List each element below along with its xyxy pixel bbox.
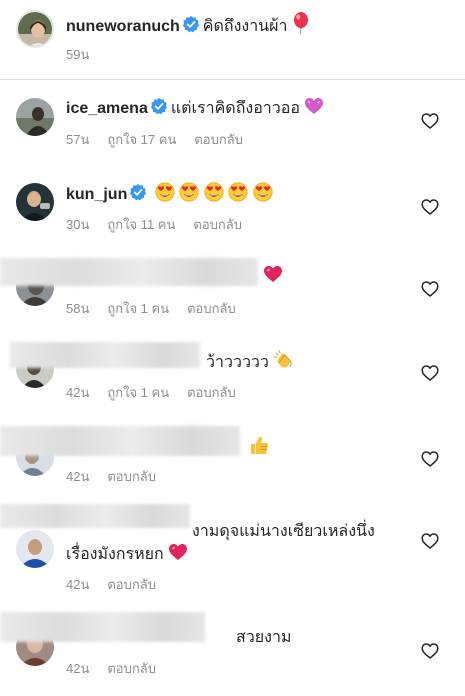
comment-likes[interactable]: ถูกใจ 1 คน [107, 301, 169, 316]
comment-text: งามดุจแม่นางเซียวเหล่งนึ่ง [192, 523, 375, 540]
comment-meta: 30น ถูกใจ 11 คน ตอบกลับ [66, 214, 260, 235]
blurred-username [10, 342, 200, 368]
comment-time: 58น [66, 301, 90, 316]
caption-line: nuneworanuch คิดถึงงานผ้า [66, 12, 310, 37]
comment-likes[interactable]: ถูกใจ 11 คน [107, 217, 175, 232]
comment-item: งามดุจแม่นางเซียวเหล่งนึ่ง เรื่องมังกรหย… [0, 500, 465, 600]
avatar-photo [18, 12, 52, 46]
comment-avatar[interactable] [16, 183, 54, 221]
caption-time: 59น [66, 47, 90, 62]
comment-line-2: เรื่องมังกรหยก [66, 542, 188, 565]
comment-item: 58น ถูกใจ 1 คน ตอบกลับ [0, 250, 465, 330]
avatar-photo [16, 98, 54, 136]
comment-time: 42น [66, 385, 90, 400]
comment-meta: 42น ตอบกลับ [66, 574, 174, 595]
blurred-username [0, 504, 190, 528]
purple-heart-emoji [305, 98, 324, 114]
red-heart-emoji [264, 266, 282, 282]
comment-likes[interactable]: ถูกใจ 17 คน [107, 132, 176, 147]
clapping-hands-emoji [274, 349, 292, 368]
blurred-username [0, 612, 205, 642]
comment-line: สวยงาม [236, 628, 291, 648]
thumbs-up-emoji [251, 436, 269, 454]
heart-eyes-emoji [228, 182, 248, 202]
verified-badge-icon [150, 98, 167, 115]
comment-username[interactable]: kun_jun [66, 186, 127, 203]
reply-button[interactable]: ตอบกลับ [194, 132, 243, 147]
comment-text: แต่เราคิดถึงอาวออ [170, 100, 300, 117]
heart-outline-icon[interactable] [421, 532, 439, 550]
comment-meta: 42น ถูกใจ 1 คน ตอบกลับ [66, 382, 254, 403]
comment-time: 42น [66, 577, 90, 592]
red-balloon-emoji [293, 12, 308, 34]
comment-line: ว้าววววว [206, 348, 295, 373]
comment-text-2: เรื่องมังกรหยก [66, 546, 164, 563]
comment-avatar[interactable] [16, 530, 54, 568]
reply-button[interactable]: ตอบกลับ [193, 217, 242, 232]
comment-time: 30น [66, 217, 90, 232]
comment-line: ice_amena แต่เราคิดถึงอาวออ [66, 96, 324, 119]
comment-text: สวยงาม [236, 629, 292, 646]
caption-username[interactable]: nuneworanuch [66, 18, 180, 35]
comment-line: งามดุจแม่นางเซียวเหล่งนึ่ง [192, 522, 375, 542]
red-heart-emoji [169, 544, 188, 560]
comment-meta: 42น ตอบกลับ [66, 466, 174, 487]
comment-avatar[interactable] [16, 98, 54, 136]
comment-item: ice_amena แต่เราคิดถึงอาวออ 57น ถูกใจ 17 ค… [0, 82, 465, 166]
comment-text: ว้าววววว [206, 354, 269, 371]
avatar-photo [16, 530, 54, 568]
heart-eyes-emoji [252, 182, 273, 202]
reply-button[interactable]: ตอบกลับ [187, 301, 236, 316]
blurred-username [0, 258, 258, 286]
heart-outline-icon[interactable] [421, 280, 439, 298]
verified-badge-icon [130, 184, 147, 201]
reply-button[interactable]: ตอบกลับ [107, 577, 156, 592]
caption-avatar[interactable] [16, 10, 54, 48]
comment-time: 42น [66, 469, 90, 484]
comment-username[interactable]: ice_amena [66, 100, 148, 117]
avatar-photo [16, 183, 54, 221]
caption-text: คิดถึงงานผ้า [202, 18, 288, 35]
comment-likes[interactable]: ถูกใจ 1 คน [107, 385, 169, 400]
reply-button[interactable]: ตอบกลับ [107, 469, 156, 484]
heart-eyes-emoji [204, 182, 224, 202]
comment-meta: 42น ตอบกลับ [66, 658, 174, 679]
heart-outline-icon[interactable] [421, 198, 439, 216]
heart-outline-icon[interactable] [421, 364, 439, 382]
heart-eyes-emoji [155, 182, 175, 202]
heart-outline-icon[interactable] [421, 642, 439, 660]
comment-item: 42น ตอบกลับ [0, 414, 465, 500]
heart-outline-icon[interactable] [421, 112, 439, 130]
blurred-username [0, 426, 240, 456]
comment-item: ว้าววววว 42น ถูกใจ 1 คน ตอบกลับ [0, 330, 465, 414]
reply-button[interactable]: ตอบกลับ [187, 385, 236, 400]
heart-eyes-emoji [179, 182, 199, 202]
comment-item: สวยงาม 42น ตอบกลับ [0, 600, 465, 696]
verified-badge-icon [182, 16, 199, 33]
post-caption: nuneworanuch คิดถึงงานผ้า 59น [0, 0, 465, 80]
comment-meta: 58น ถูกใจ 1 คน ตอบกลับ [66, 298, 254, 319]
caption-meta: 59น [66, 44, 107, 65]
comment-meta: 57น ถูกใจ 17 คน ตอบกลับ [66, 129, 261, 150]
comment-time: 57น [66, 132, 90, 147]
comment-item: kun_jun 30น ถูกใจ 11 คน ตอบกลับ [0, 166, 465, 250]
comment-line: kun_jun [66, 182, 273, 205]
heart-outline-icon[interactable] [421, 450, 439, 468]
comment-time: 42น [66, 661, 90, 676]
reply-button[interactable]: ตอบกลับ [107, 661, 156, 676]
